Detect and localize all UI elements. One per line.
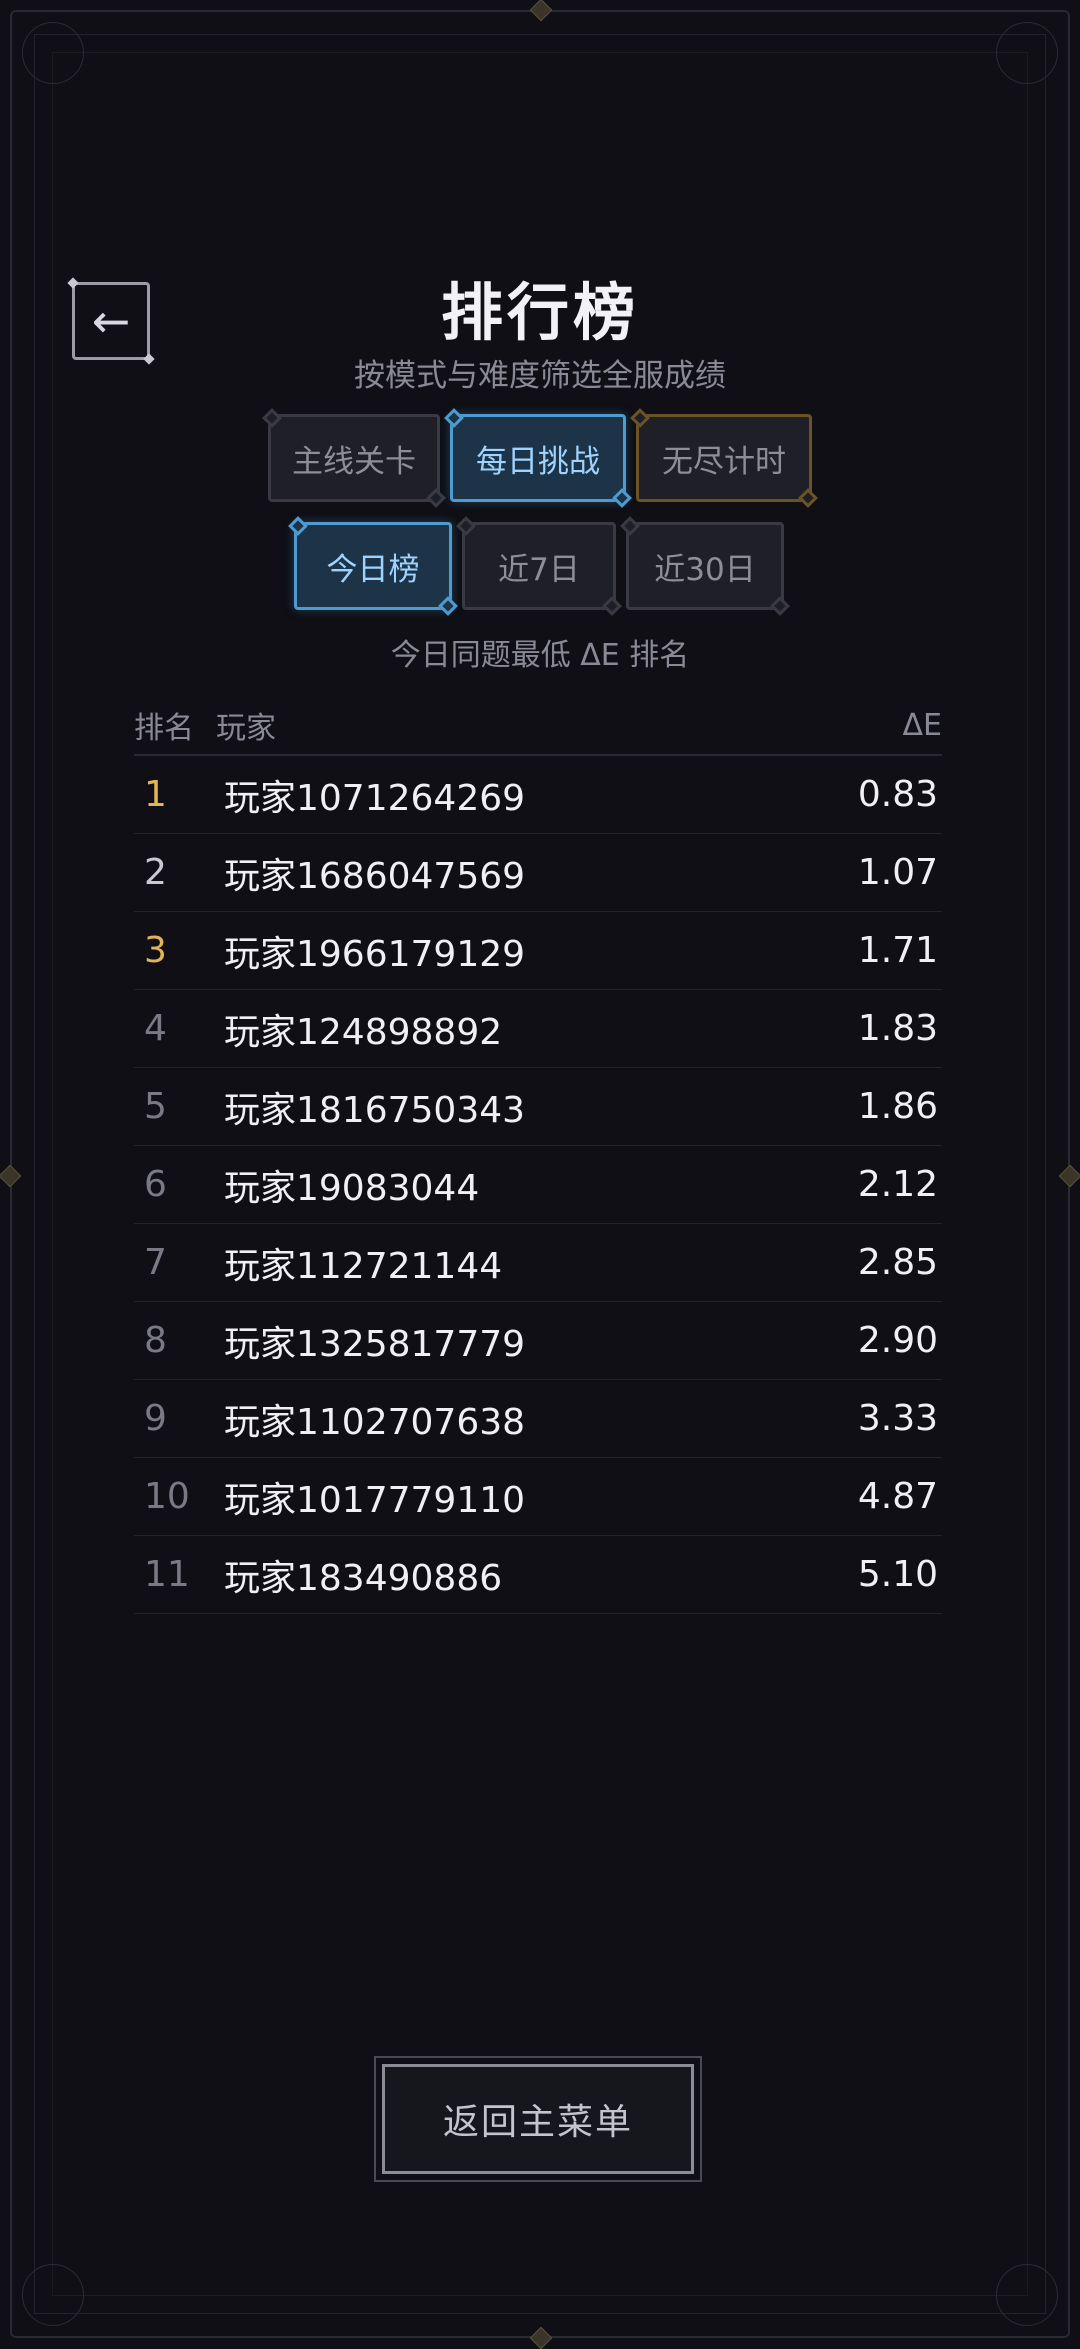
tab-daily-challenge[interactable]: 每日挑战 xyxy=(450,414,626,502)
table-row: 2 玩家1686047569 1.07 xyxy=(134,834,942,912)
leaderboard-table: 排名 玩家 ΔE 1 玩家1071264269 0.83 2 玩家1686047569 1… xyxy=(134,696,942,1614)
player-cell: 玩家1966179129 xyxy=(224,933,526,975)
rank-cell: 1 xyxy=(144,774,167,815)
table-row: 5 玩家1816750343 1.86 xyxy=(134,1068,942,1146)
delta-e-cell: 1.07 xyxy=(857,852,938,893)
page-title: 排行榜 xyxy=(440,276,639,349)
corner-ornament xyxy=(22,22,84,84)
rank-cell: 11 xyxy=(144,1554,190,1595)
table-row: 11 玩家183490886 5.10 xyxy=(134,1536,942,1614)
delta-e-cell: 3.33 xyxy=(857,1398,938,1439)
player-cell: 玩家19083044 xyxy=(224,1167,480,1209)
player-cell: 玩家1102707638 xyxy=(224,1401,526,1443)
player-cell: 玩家1816750343 xyxy=(224,1089,526,1131)
delta-e-cell: 2.85 xyxy=(857,1242,938,1283)
tab-last-7-days[interactable]: 近7日 xyxy=(462,522,616,610)
player-cell: 玩家112721144 xyxy=(224,1245,503,1287)
rank-cell: 9 xyxy=(144,1398,167,1439)
column-header-player: 玩家 xyxy=(216,711,276,746)
ranking-description: 今日同题最低 ΔE 排名 xyxy=(390,638,690,673)
delta-e-cell: 5.10 xyxy=(857,1554,938,1595)
delta-e-cell: 2.90 xyxy=(857,1320,938,1361)
player-cell: 玩家1017779110 xyxy=(224,1479,526,1521)
player-cell: 玩家124898892 xyxy=(224,1011,503,1053)
return-main-menu-button[interactable]: 返回主菜单 xyxy=(374,2056,702,2182)
table-row: 6 玩家19083044 2.12 xyxy=(134,1146,942,1224)
delta-e-cell: 0.83 xyxy=(857,774,938,815)
rank-cell: 2 xyxy=(144,852,167,893)
table-row: 9 玩家1102707638 3.33 xyxy=(134,1380,942,1458)
player-cell: 玩家183490886 xyxy=(224,1557,503,1599)
player-cell: 玩家1071264269 xyxy=(224,777,526,819)
rank-cell: 7 xyxy=(144,1242,167,1283)
delta-e-cell: 2.12 xyxy=(857,1164,938,1205)
table-row: 4 玩家124898892 1.83 xyxy=(134,990,942,1068)
delta-e-cell: 1.71 xyxy=(857,930,938,971)
tab-endless-timer[interactable]: 无尽计时 xyxy=(636,414,812,502)
tab-today[interactable]: 今日榜 xyxy=(294,522,452,610)
rank-cell: 6 xyxy=(144,1164,167,1205)
table-row: 7 玩家112721144 2.85 xyxy=(134,1224,942,1302)
table-body: 1 玩家1071264269 0.83 2 玩家1686047569 1.07 3 玩家196… xyxy=(134,756,942,1614)
rank-cell: 4 xyxy=(144,1008,167,1049)
rank-cell: 10 xyxy=(144,1476,190,1517)
column-header-rank: 排名 xyxy=(134,711,194,746)
corner-ornament xyxy=(996,22,1058,84)
delta-e-cell: 1.86 xyxy=(857,1086,938,1127)
player-cell: 玩家1686047569 xyxy=(224,855,526,897)
tab-last-30-days[interactable]: 近30日 xyxy=(626,522,784,610)
table-row: 1 玩家1071264269 0.83 xyxy=(134,756,942,834)
delta-e-cell: 1.83 xyxy=(857,1008,938,1049)
rank-cell: 8 xyxy=(144,1320,167,1361)
rank-cell: 3 xyxy=(144,930,167,971)
table-row: 10 玩家1017779110 4.87 xyxy=(134,1458,942,1536)
page-subtitle: 按模式与难度筛选全服成绩 xyxy=(354,358,726,394)
rank-cell: 5 xyxy=(144,1086,167,1127)
player-cell: 玩家1325817779 xyxy=(224,1323,526,1365)
tab-main-levels[interactable]: 主线关卡 xyxy=(268,414,440,502)
column-header-delta-e: ΔE xyxy=(902,707,942,743)
table-row: 8 玩家1325817779 2.90 xyxy=(134,1302,942,1380)
corner-ornament xyxy=(22,2264,84,2326)
corner-ornament xyxy=(996,2264,1058,2326)
table-header: 排名 玩家 ΔE xyxy=(134,696,942,756)
table-row: 3 玩家1966179129 1.71 xyxy=(134,912,942,990)
delta-e-cell: 4.87 xyxy=(857,1476,938,1517)
